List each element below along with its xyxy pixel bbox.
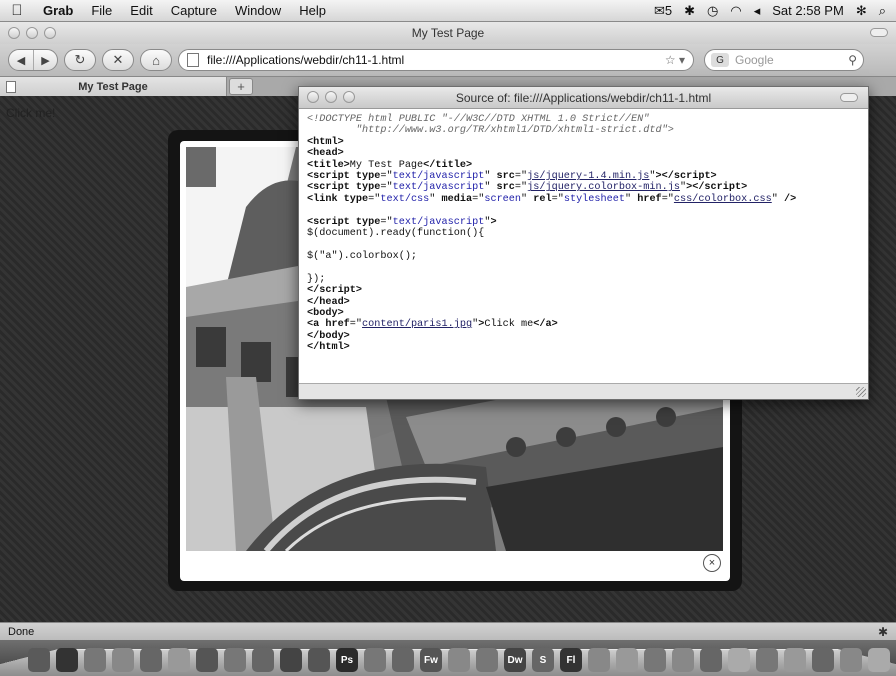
app-icon[interactable] xyxy=(784,648,806,672)
stop-button[interactable]: ✕ xyxy=(102,49,134,71)
photoshop-icon[interactable]: Ps xyxy=(336,648,358,672)
back-forward-group: ◀ ▶ xyxy=(8,49,58,71)
toolbar-toggle-button[interactable] xyxy=(870,28,888,37)
photos-icon[interactable] xyxy=(196,648,218,672)
view-source-title: Source of: file:///Applications/webdir/c… xyxy=(455,90,712,105)
status-bar: Done ✱ xyxy=(0,622,896,640)
mail-count: 5 xyxy=(664,2,673,18)
finder-icon[interactable] xyxy=(28,648,50,672)
bookmark-star-icon[interactable]: ☆ ▾ xyxy=(665,53,685,67)
activity-icon: ✱ xyxy=(877,624,888,639)
search-placeholder: Google xyxy=(735,53,774,67)
forward-icon[interactable]: ▶ xyxy=(33,50,57,70)
itunes-icon[interactable] xyxy=(84,648,106,672)
tab-page-icon xyxy=(6,81,16,93)
app-icon[interactable] xyxy=(644,648,666,672)
flash-icon[interactable]: Fl xyxy=(560,648,582,672)
app-icon[interactable] xyxy=(868,648,890,672)
source-minimize-button[interactable] xyxy=(325,91,337,103)
source-window-controls xyxy=(307,91,355,103)
clock[interactable]: Sat 2:58 PM xyxy=(772,3,844,18)
minimize-window-button[interactable] xyxy=(26,27,38,39)
menu-capture[interactable]: Capture xyxy=(162,3,226,18)
mail-icon[interactable]: ✉5 xyxy=(654,3,672,19)
tab-label: My Test Page xyxy=(78,81,148,93)
menu-help[interactable]: Help xyxy=(290,3,335,18)
safari-icon[interactable] xyxy=(112,648,134,672)
home-button[interactable]: ⌂ xyxy=(140,49,172,71)
browser-titlebar: My Test Page xyxy=(0,22,896,44)
menu-file[interactable]: File xyxy=(82,3,121,18)
search-engine-icon[interactable]: G xyxy=(711,53,729,67)
app-icon[interactable] xyxy=(252,648,274,672)
page-icon xyxy=(187,53,199,67)
browser-toolbar: ◀ ▶ ↻ ✕ ⌂ file:///Applications/webdir/ch… xyxy=(0,44,896,76)
resize-grip-icon[interactable] xyxy=(856,387,866,397)
app-icon[interactable] xyxy=(616,648,638,672)
app-icon[interactable] xyxy=(364,648,386,672)
view-source-window: Source of: file:///Applications/webdir/c… xyxy=(298,86,869,400)
source-zoom-button[interactable] xyxy=(343,91,355,103)
window-title: My Test Page xyxy=(411,26,485,40)
app-icon[interactable] xyxy=(700,648,722,672)
click-me-link[interactable]: Click me! xyxy=(6,106,55,120)
time-machine-icon[interactable]: ◷ xyxy=(707,3,718,19)
search-input[interactable]: G Google ⚲ xyxy=(704,49,864,71)
app-icon[interactable] xyxy=(588,648,610,672)
tab-my-test-page[interactable]: My Test Page xyxy=(0,77,227,97)
app-icon[interactable] xyxy=(672,648,694,672)
back-icon[interactable]: ◀ xyxy=(9,50,33,70)
mac-dock: Ps Fw Dw S Fl xyxy=(0,640,896,676)
app-icon[interactable] xyxy=(448,648,470,672)
terminal-icon[interactable] xyxy=(280,648,302,672)
url-text[interactable]: file:///Applications/webdir/ch11-1.html xyxy=(207,53,659,67)
preview-icon[interactable] xyxy=(168,648,190,672)
source-close-button[interactable] xyxy=(307,91,319,103)
mac-menubar:  Grab File Edit Capture Window Help ✉5 … xyxy=(0,0,896,22)
app-icon[interactable] xyxy=(728,648,750,672)
menu-grab[interactable]: Grab xyxy=(34,3,82,18)
ichat-icon[interactable] xyxy=(140,648,162,672)
url-input[interactable]: file:///Applications/webdir/ch11-1.html … xyxy=(178,49,694,71)
window-controls xyxy=(8,27,56,39)
app-icon[interactable] xyxy=(224,648,246,672)
spotlight-icon[interactable]: ⌕ xyxy=(879,3,886,19)
app-icon[interactable]: S xyxy=(532,648,554,672)
menu-edit[interactable]: Edit xyxy=(121,3,161,18)
source-code: <!DOCTYPE html PUBLIC "-//W3C//DTD XHTML… xyxy=(307,114,797,354)
app-icon[interactable] xyxy=(812,648,834,672)
menu-window[interactable]: Window xyxy=(226,3,290,18)
fireworks-icon[interactable]: Fw xyxy=(420,648,442,672)
colorbox-close-button[interactable]: × xyxy=(703,554,721,572)
dashboard-icon[interactable] xyxy=(56,648,78,672)
source-footer xyxy=(299,383,868,399)
source-toolbar-toggle[interactable] xyxy=(840,93,858,102)
dock-icons: Ps Fw Dw S Fl xyxy=(28,648,896,672)
zoom-window-button[interactable] xyxy=(44,27,56,39)
view-source-titlebar: Source of: file:///Applications/webdir/c… xyxy=(299,87,868,109)
volume-icon[interactable]: ◂ xyxy=(754,3,761,19)
reload-button[interactable]: ↻ xyxy=(64,49,96,71)
new-tab-button[interactable]: + xyxy=(229,78,253,95)
menubar-status-area: ✉5 ✱ ◷ ◠ ◂ Sat 2:58 PM ✻ ⌕ xyxy=(654,3,896,19)
app-icon[interactable] xyxy=(308,648,330,672)
app-icon[interactable] xyxy=(840,648,862,672)
status-text: Done xyxy=(8,625,35,638)
close-window-button[interactable] xyxy=(8,27,20,39)
app-icon[interactable] xyxy=(392,648,414,672)
wifi-icon[interactable]: ◠ xyxy=(730,3,741,19)
bluetooth-icon[interactable]: ✻ xyxy=(856,3,867,19)
app-icon[interactable] xyxy=(476,648,498,672)
pinwheel-icon[interactable]: ✱ xyxy=(684,3,695,19)
search-icon[interactable]: ⚲ xyxy=(848,53,857,67)
app-icon[interactable] xyxy=(756,648,778,672)
apple-menu-icon[interactable]:  xyxy=(0,2,34,19)
dreamweaver-icon[interactable]: Dw xyxy=(504,648,526,672)
